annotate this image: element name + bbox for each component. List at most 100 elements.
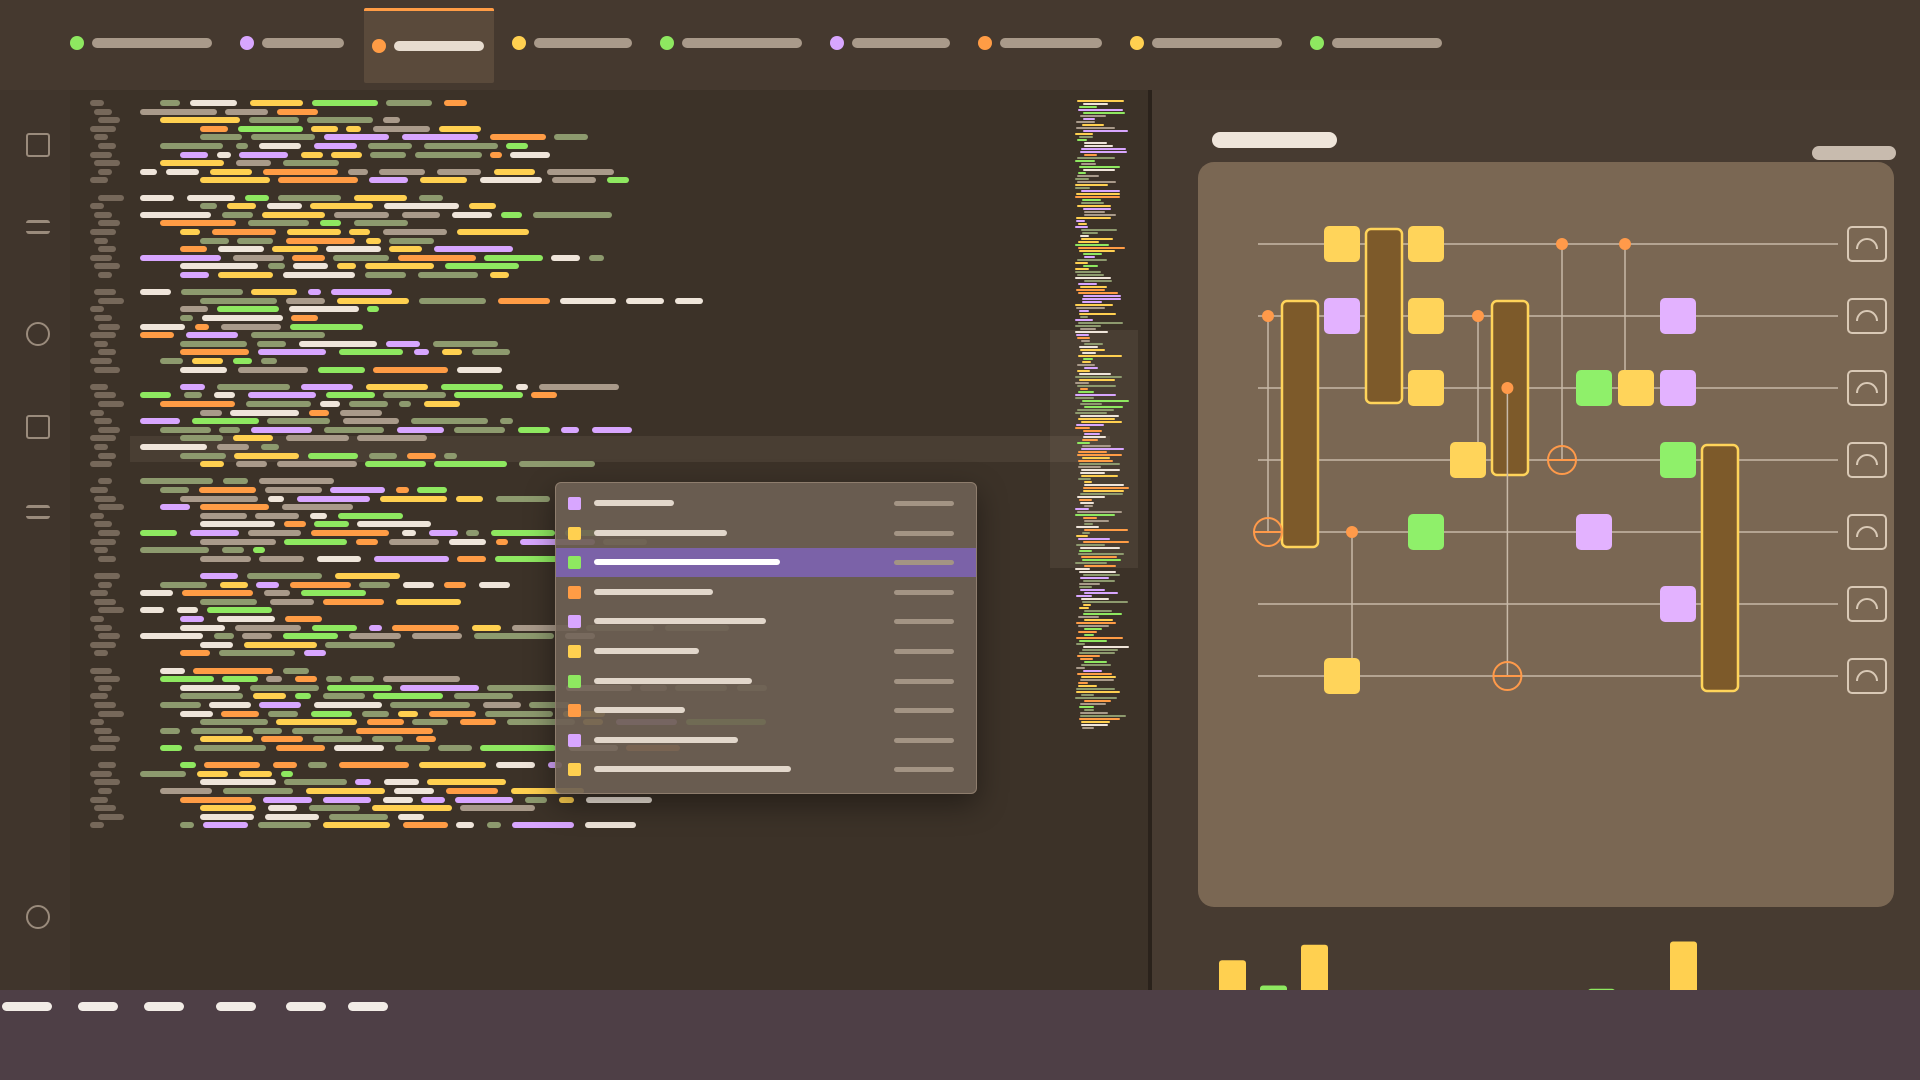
- gate-yellow[interactable]: [1618, 370, 1654, 406]
- status-item[interactable]: [78, 1002, 118, 1011]
- code-token: [268, 495, 284, 502]
- suggestion-detail: [894, 737, 954, 743]
- circuit-canvas[interactable]: [1198, 162, 1894, 907]
- suggestion-item[interactable]: [556, 696, 976, 725]
- gate-yellow[interactable]: [1324, 226, 1360, 262]
- search-circle-icon[interactable]: [26, 322, 50, 346]
- suggestion-item[interactable]: [556, 726, 976, 755]
- control-dot[interactable]: [1501, 382, 1514, 394]
- minimap-line: [1081, 202, 1104, 204]
- status-item[interactable]: [348, 1002, 388, 1011]
- minimap-line: [1084, 211, 1105, 213]
- measure-meter-icon[interactable]: [1847, 658, 1887, 694]
- suggestion-item[interactable]: [556, 755, 976, 784]
- account-icon[interactable]: [26, 905, 50, 929]
- code-token: [415, 151, 482, 158]
- status-item[interactable]: [216, 1002, 256, 1011]
- code-token: [334, 745, 384, 751]
- gate-green[interactable]: [1576, 370, 1612, 406]
- editor-tab[interactable]: [232, 8, 354, 80]
- code-token: [160, 117, 240, 124]
- control-dot[interactable]: [1262, 310, 1274, 322]
- editor-tab[interactable]: [652, 8, 812, 80]
- suggestion-item[interactable]: [556, 607, 976, 636]
- code-token: [200, 573, 238, 579]
- status-item[interactable]: [2, 1002, 52, 1011]
- code-token: [180, 650, 210, 657]
- code-token: [330, 487, 385, 493]
- minimap[interactable]: [1075, 100, 1145, 740]
- gate-purple[interactable]: [1660, 370, 1696, 406]
- outline-icon[interactable]: [26, 505, 50, 519]
- editor-tab[interactable]: [1122, 8, 1292, 80]
- control-dot[interactable]: [1556, 238, 1568, 250]
- measure-meter-icon[interactable]: [1847, 442, 1887, 478]
- suggestion-item[interactable]: [556, 637, 976, 666]
- measure-meter-icon[interactable]: [1847, 226, 1887, 262]
- minimap-line: [1078, 451, 1107, 453]
- multi-qubit-gate[interactable]: [1364, 227, 1404, 405]
- gate-green[interactable]: [1408, 514, 1444, 550]
- multi-qubit-gate[interactable]: [1700, 443, 1740, 693]
- gate-purple[interactable]: [1576, 514, 1612, 550]
- extensions-icon[interactable]: [26, 415, 50, 439]
- gate-green[interactable]: [1660, 442, 1696, 478]
- measure-meter-icon[interactable]: [1847, 298, 1887, 334]
- multi-qubit-gate[interactable]: [1280, 299, 1320, 549]
- gate-yellow[interactable]: [1324, 658, 1360, 694]
- code-token: [320, 220, 341, 227]
- control-dot[interactable]: [1472, 310, 1484, 322]
- suggestion-label: [594, 648, 699, 654]
- line-number: [94, 702, 116, 708]
- code-token: [177, 607, 198, 614]
- panel-action-button[interactable]: [1812, 146, 1896, 160]
- editor-tab[interactable]: [364, 8, 494, 83]
- suggestion-item[interactable]: [556, 519, 976, 548]
- code-token: [262, 211, 325, 218]
- autocomplete-popup[interactable]: [555, 482, 977, 794]
- gate-yellow[interactable]: [1408, 298, 1444, 334]
- editor-tab[interactable]: [970, 8, 1112, 80]
- gate-yellow[interactable]: [1450, 442, 1486, 478]
- code-token: [209, 702, 251, 708]
- code-token: [200, 779, 276, 786]
- code-token: [326, 246, 381, 253]
- editor-tab[interactable]: [822, 8, 960, 80]
- control-dot[interactable]: [1346, 526, 1358, 538]
- gate-purple[interactable]: [1660, 298, 1696, 334]
- suggestion-item[interactable]: [556, 667, 976, 696]
- files-icon[interactable]: [26, 133, 50, 157]
- suggestion-detail: [894, 560, 954, 566]
- gate-yellow[interactable]: [1408, 226, 1444, 262]
- editor-tab[interactable]: [1302, 8, 1452, 80]
- measure-meter-icon[interactable]: [1847, 514, 1887, 550]
- editor-tab[interactable]: [504, 8, 642, 80]
- code-token: [180, 684, 240, 691]
- suggestion-detail: [894, 678, 954, 684]
- code-token: [324, 426, 384, 433]
- editor-tab[interactable]: [62, 8, 222, 80]
- suggestion-item[interactable]: [556, 548, 976, 578]
- code-token: [244, 641, 317, 648]
- code-token: [187, 194, 235, 201]
- line-number: [98, 323, 120, 330]
- gate-purple[interactable]: [1324, 298, 1360, 334]
- measure-meter-icon[interactable]: [1847, 370, 1887, 406]
- line-number: [94, 237, 108, 244]
- control-dot[interactable]: [1619, 238, 1631, 250]
- line-number: [98, 168, 112, 175]
- symbol-kind-icon: [568, 556, 581, 570]
- minimap-line: [1081, 598, 1109, 600]
- suggestion-item[interactable]: [556, 489, 976, 518]
- suggestion-item[interactable]: [556, 578, 976, 607]
- code-token: [314, 521, 349, 528]
- list-icon[interactable]: [26, 220, 50, 234]
- code-token: [248, 220, 309, 227]
- measure-meter-icon[interactable]: [1847, 586, 1887, 622]
- status-item[interactable]: [144, 1002, 184, 1011]
- minimap-line: [1076, 307, 1105, 309]
- code-token: [140, 478, 213, 485]
- gate-purple[interactable]: [1660, 586, 1696, 622]
- gate-yellow[interactable]: [1408, 370, 1444, 406]
- status-item[interactable]: [286, 1002, 326, 1011]
